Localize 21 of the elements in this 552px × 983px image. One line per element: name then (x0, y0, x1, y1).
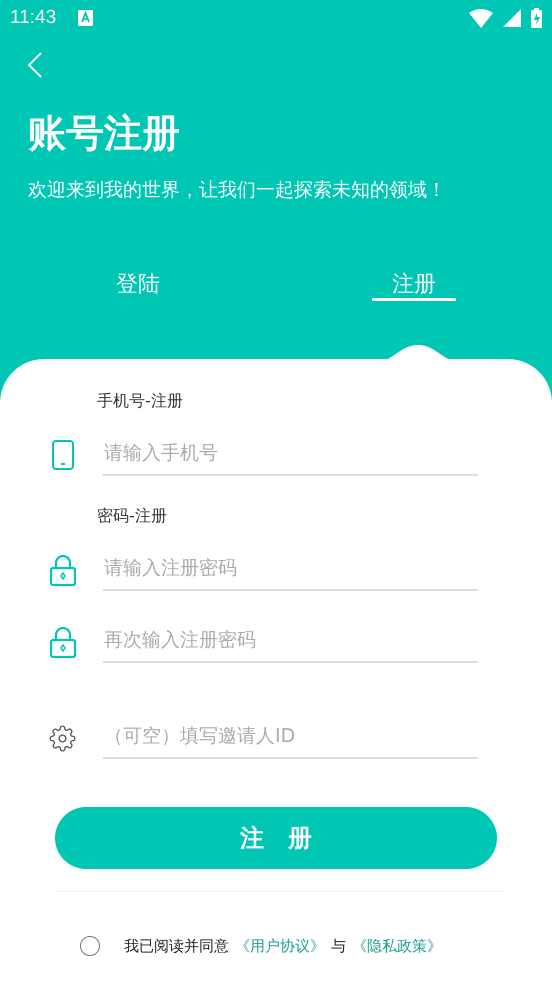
user-agreement-link[interactable]: 《用户协议》 (235, 936, 325, 956)
status-time: 11:43 (10, 7, 56, 29)
notification-icon (78, 10, 94, 26)
phone-icon (52, 440, 74, 470)
agreement-joiner: 与 (331, 936, 346, 956)
field-label: 密码-注册 (97, 506, 167, 527)
privacy-policy-link[interactable]: 《隐私政策》 (352, 936, 442, 956)
field-label: 手机号-注册 (97, 391, 183, 412)
agree-radio[interactable] (80, 936, 100, 956)
page-title: 账号注册 (28, 110, 181, 157)
lock-icon (50, 554, 76, 586)
battery-icon (531, 8, 542, 28)
signal-icon (503, 9, 521, 27)
wifi-icon (469, 8, 493, 28)
register-button[interactable]: 注 册 (55, 807, 497, 869)
agreement-text: 我已阅读并同意 (124, 936, 229, 956)
settings-icon (49, 724, 76, 752)
tab[interactable]: 登陆 (96, 269, 180, 301)
lock-icon (50, 626, 76, 658)
subtitle: 欢迎来到我的世界，让我们一起探索未知的领域！ (28, 178, 447, 203)
tab[interactable]: 注册 (372, 269, 456, 301)
